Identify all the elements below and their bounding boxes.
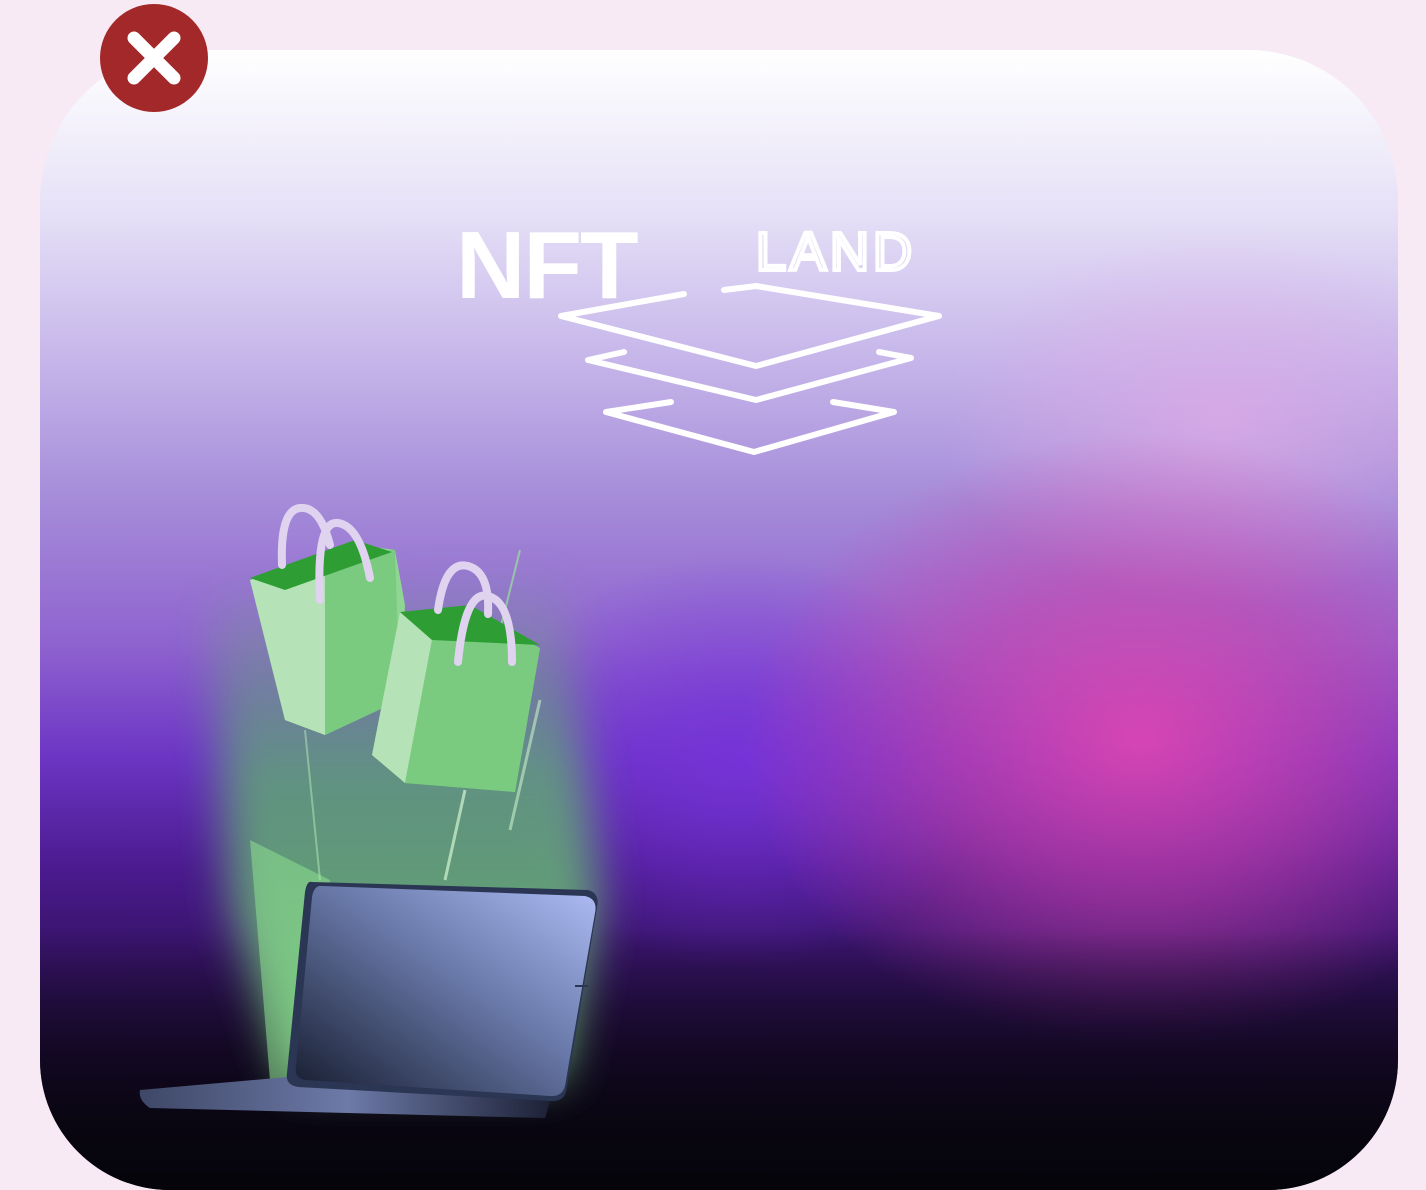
logo-land-text: LAND bbox=[756, 222, 916, 282]
nftland-logo: NFT LAND bbox=[456, 220, 942, 455]
shopping-illustration bbox=[139, 503, 600, 1118]
close-icon bbox=[127, 31, 181, 85]
laptop-icon bbox=[139, 881, 598, 1118]
close-button[interactable] bbox=[100, 4, 208, 112]
